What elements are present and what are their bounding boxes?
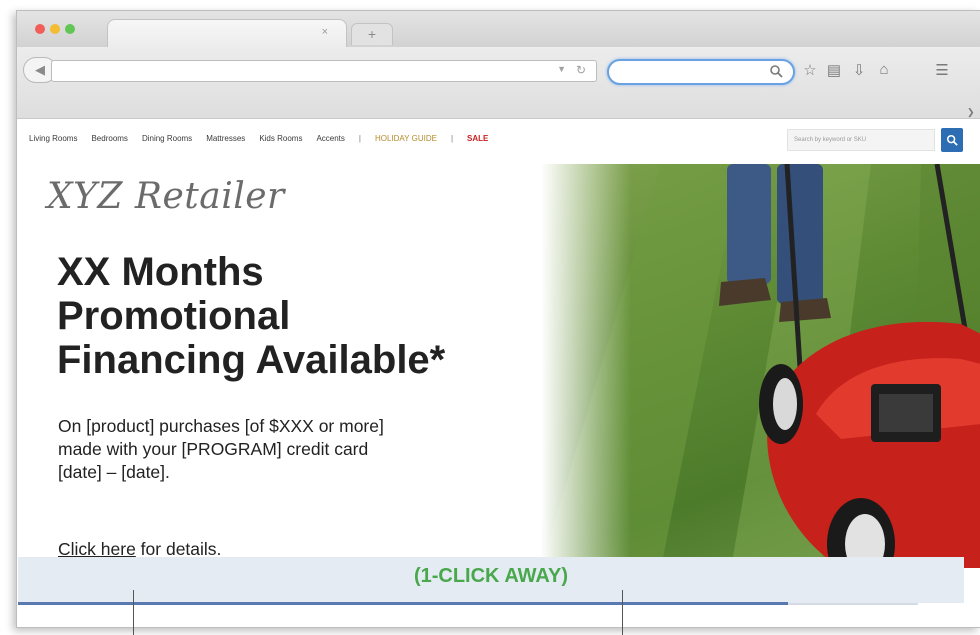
body-line: [date] – [date]. — [58, 462, 170, 482]
details-suffix: for details. — [135, 539, 222, 559]
nav-links: Living Rooms Bedrooms Dining Rooms Mattr… — [29, 134, 502, 143]
tab-strip: × + — [17, 11, 980, 49]
click-here-link[interactable]: Click here — [58, 539, 136, 559]
guide-line — [622, 590, 623, 635]
nav-item-living-rooms[interactable]: Living Rooms — [29, 134, 77, 143]
promo-body: On [product] purchases [of $XXX or more]… — [58, 415, 538, 484]
browser-tab[interactable]: × — [107, 19, 347, 49]
reload-icon[interactable]: ↻ — [576, 63, 586, 77]
nav-item-accents[interactable]: Accents — [316, 134, 344, 143]
chevron-right-icon[interactable]: ❯ — [967, 107, 975, 118]
menu-icon[interactable]: ☰ — [933, 61, 951, 79]
window-close-button[interactable] — [35, 24, 45, 34]
search-icon — [770, 65, 783, 78]
nav-item-bedrooms[interactable]: Bedrooms — [91, 134, 127, 143]
nav-item-dining-rooms[interactable]: Dining Rooms — [142, 134, 192, 143]
headline-line: Financing Available* — [57, 338, 446, 382]
browser-window: × + ◀ ▼ ↻ ☆ ▤ ⇩ ⌂ ☰ ❯ Living Rooms Bedro… — [16, 10, 980, 628]
headline-line: XX Months — [57, 250, 264, 294]
nav-item-kids-rooms[interactable]: Kids Rooms — [259, 134, 302, 143]
browser-search-input[interactable] — [607, 59, 795, 85]
site-search-input[interactable]: Search by keyword or SKU — [787, 129, 935, 151]
bookmark-star-icon[interactable]: ☆ — [801, 61, 819, 79]
nav-separator: | — [450, 134, 454, 143]
download-icon[interactable]: ⇩ — [850, 61, 868, 79]
browser-toolbar: ◀ ▼ ↻ ☆ ▤ ⇩ ⌂ ☰ ❯ — [17, 47, 980, 119]
window-minimize-button[interactable] — [50, 24, 60, 34]
lawn-mower-photo — [541, 164, 980, 568]
site-navigation: Living Rooms Bedrooms Dining Rooms Mattr… — [17, 120, 980, 164]
new-tab-button[interactable]: + — [351, 23, 393, 45]
home-icon[interactable]: ⌂ — [875, 61, 893, 78]
one-click-away-label: (1-CLICK AWAY) — [413, 565, 569, 587]
body-line: On [product] purchases [of $XXX or more] — [58, 416, 384, 436]
library-icon[interactable]: ▤ — [825, 61, 843, 79]
nav-item-mattresses[interactable]: Mattresses — [206, 134, 245, 143]
nav-item-holiday-guide[interactable]: HOLIDAY GUIDE — [375, 134, 437, 143]
nav-separator: | — [358, 134, 361, 143]
promo-headline: XX Months Promotional Financing Availabl… — [57, 250, 557, 382]
back-arrow-icon: ◀ — [35, 62, 45, 77]
search-icon — [946, 134, 958, 146]
body-line: made with your [PROGRAM] credit card — [58, 439, 369, 459]
retailer-logo: XYZ Retailer — [47, 176, 285, 217]
headline-line: Promotional — [57, 294, 291, 338]
window-maximize-button[interactable] — [65, 24, 75, 34]
tab-close-icon[interactable]: × — [322, 26, 328, 38]
hero-banner: XYZ Retailer XX Months Promotional Finan… — [17, 164, 980, 568]
guide-line — [133, 590, 134, 635]
nav-item-sale[interactable]: SALE — [467, 134, 488, 143]
annotation-strip: (1-CLICK AWAY) — [18, 557, 964, 603]
dropdown-icon[interactable]: ▼ — [557, 64, 566, 74]
url-bar[interactable]: ▼ ↻ — [51, 60, 597, 82]
site-search-button[interactable] — [941, 128, 963, 152]
